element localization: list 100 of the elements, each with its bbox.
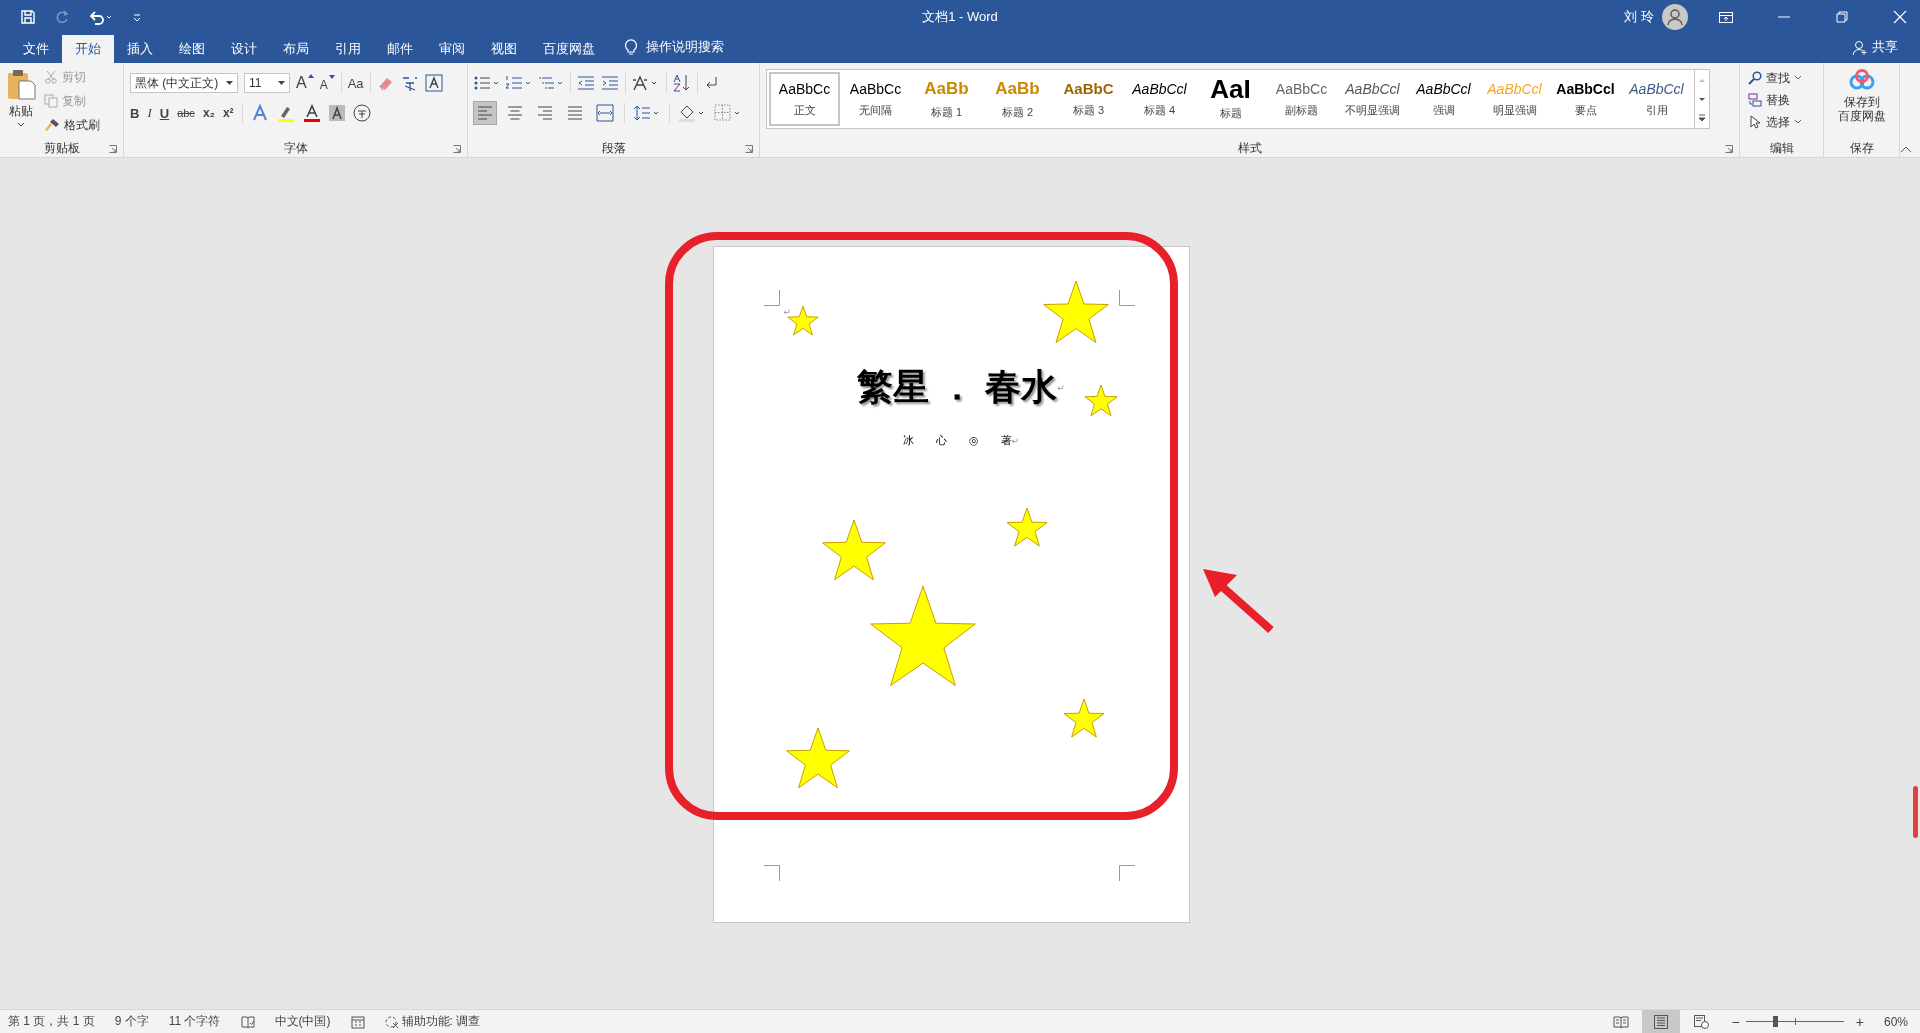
ribbon-tab[interactable]: 百度网盘 (530, 35, 608, 63)
style-item[interactable]: AaBbCcl 标题 4 (1124, 72, 1195, 126)
paint-bucket-icon[interactable] (678, 104, 706, 122)
star-shape[interactable] (1083, 384, 1118, 417)
ribbon-tab[interactable]: 审阅 (426, 35, 478, 63)
grow-font-button[interactable]: A (296, 74, 307, 92)
close-icon[interactable] (1892, 8, 1908, 25)
ribbon-tab[interactable]: 邮件 (374, 35, 426, 63)
star-shape[interactable] (1063, 698, 1104, 738)
style-item[interactable]: AaBbCc 正文 (769, 72, 840, 126)
paragraph-mark-icon[interactable] (704, 76, 718, 90)
accessibility-status[interactable]: 辅助功能: 调查 (401, 1013, 481, 1030)
tell-me-search[interactable]: 操作说明搜索 (646, 38, 724, 56)
italic-button[interactable]: I (147, 105, 152, 121)
cloud-rings-icon[interactable] (1848, 69, 1875, 91)
clipboard-icon[interactable] (6, 69, 36, 101)
page-count[interactable]: 第 1 页，共 1 页 (8, 1013, 95, 1030)
restore-icon[interactable] (1834, 8, 1850, 25)
ribbon-tab[interactable]: 文件 (10, 35, 62, 63)
word-count[interactable]: 9 个字 (114, 1013, 149, 1030)
dialog-launcher-icon[interactable] (1725, 145, 1733, 153)
style-item[interactable]: AaBbCc 无间隔 (840, 72, 911, 126)
accessibility-icon[interactable] (384, 1014, 399, 1029)
style-item[interactable]: AaI 标题 (1195, 72, 1266, 126)
format-painter-button[interactable]: 格式刷 (64, 116, 100, 134)
replace-button[interactable]: 替换 (1766, 91, 1790, 109)
dialog-launcher-icon[interactable] (109, 145, 117, 153)
enclosed-character-icon[interactable] (352, 104, 371, 122)
style-item[interactable]: AaBb 标题 1 (911, 72, 982, 126)
save-icon[interactable] (20, 8, 36, 25)
lightbulb-icon[interactable] (624, 38, 638, 56)
zoom-out-button[interactable]: − (1731, 1013, 1740, 1030)
proofing-book-icon[interactable] (240, 1014, 255, 1029)
change-case-button[interactable]: Aa (347, 75, 364, 91)
font-size-dropdown[interactable]: 11 (244, 73, 290, 93)
star-shape[interactable] (1006, 507, 1047, 547)
view-button[interactable] (1641, 1010, 1680, 1033)
language-indicator[interactable]: 中文(中国) (274, 1013, 331, 1030)
style-item[interactable]: AaBbCcl 强调 (1408, 72, 1479, 126)
star-shape[interactable] (1042, 280, 1109, 343)
strikethrough-button[interactable]: abc (177, 107, 195, 119)
phonetic-guide-icon[interactable] (400, 74, 419, 92)
style-item[interactable]: AaBbCc 副标题 (1266, 72, 1337, 126)
style-item[interactable]: AaBbCcl 引用 (1621, 72, 1692, 126)
select-button[interactable]: 选择 (1766, 113, 1790, 131)
star-shape[interactable] (869, 585, 976, 686)
character-count[interactable]: 11 个字符 (168, 1013, 221, 1030)
style-item[interactable]: AaBb 标题 2 (982, 72, 1053, 126)
star-shape[interactable] (785, 727, 850, 789)
paintbrush-icon[interactable] (44, 118, 60, 132)
ribbon-tab[interactable]: 开始 (62, 35, 114, 63)
search-icon[interactable] (1748, 71, 1762, 85)
style-item[interactable]: AaBbCcl 要点 (1550, 72, 1621, 126)
underline-button[interactable]: U (159, 105, 170, 121)
ribbon-tab[interactable]: 插入 (114, 35, 166, 63)
style-item[interactable]: AaBbC 标题 3 (1053, 72, 1124, 126)
dialog-launcher-icon[interactable] (453, 145, 461, 153)
subscript-button[interactable]: x₂ (202, 106, 215, 120)
caret-icon[interactable] (17, 122, 25, 128)
multilevel-list-icon[interactable] (538, 75, 564, 91)
borders-icon[interactable] (714, 104, 742, 122)
bullet-list-icon[interactable] (474, 75, 500, 91)
cursor-arrow-icon[interactable] (1748, 115, 1762, 129)
character-shading-icon[interactable] (328, 105, 345, 121)
sort-icon[interactable] (673, 74, 691, 92)
undo-icon[interactable] (88, 8, 114, 25)
share-person-icon[interactable] (1852, 40, 1868, 56)
font-name-dropdown[interactable]: 黑体 (中文正文) (130, 73, 238, 93)
highlighter-icon[interactable] (276, 104, 295, 122)
scrollbar-thumb[interactable] (1913, 786, 1918, 838)
dialog-launcher-icon[interactable] (745, 145, 753, 153)
star-shape[interactable] (786, 305, 819, 336)
character-border-icon[interactable] (424, 74, 443, 92)
style-item[interactable]: AaBbCcl 不明显强调 (1337, 72, 1408, 126)
font-color-icon[interactable] (302, 104, 321, 122)
share-button[interactable]: 共享 (1872, 38, 1898, 56)
paste-button[interactable]: 粘贴 (9, 103, 33, 120)
caret-icon[interactable] (1794, 75, 1802, 81)
ribbon-tab[interactable]: 引用 (322, 35, 374, 63)
save-to-cloud-button[interactable]: 保存到 百度网盘 (1837, 95, 1886, 123)
shrink-font-button[interactable]: A (319, 77, 328, 92)
find-button[interactable]: 查找 (1766, 69, 1790, 87)
bold-button[interactable]: B (130, 105, 140, 121)
collapse-ribbon-icon[interactable] (1900, 145, 1912, 153)
avatar-icon[interactable] (1662, 3, 1688, 30)
macro-icon[interactable] (350, 1014, 365, 1029)
ribbon-tab[interactable]: 视图 (478, 35, 530, 63)
zoom-percent[interactable]: 60% (1883, 1014, 1908, 1029)
superscript-button[interactable]: x² (222, 106, 234, 120)
replace-icon[interactable] (1748, 93, 1762, 107)
zoom-in-button[interactable]: + (1855, 1013, 1864, 1030)
ribbon-tab[interactable]: 绘图 (166, 35, 218, 63)
text-effects-icon[interactable] (250, 104, 269, 122)
star-shape[interactable] (821, 519, 886, 581)
ribbon-tab[interactable]: 设计 (218, 35, 270, 63)
align-icon[interactable] (594, 102, 616, 124)
line-spacing-icon[interactable] (633, 104, 661, 122)
caret-icon[interactable] (1794, 119, 1802, 125)
style-item[interactable]: AaBbCcl 明显强调 (1479, 72, 1550, 126)
ribbon-tab[interactable]: 布局 (270, 35, 322, 63)
